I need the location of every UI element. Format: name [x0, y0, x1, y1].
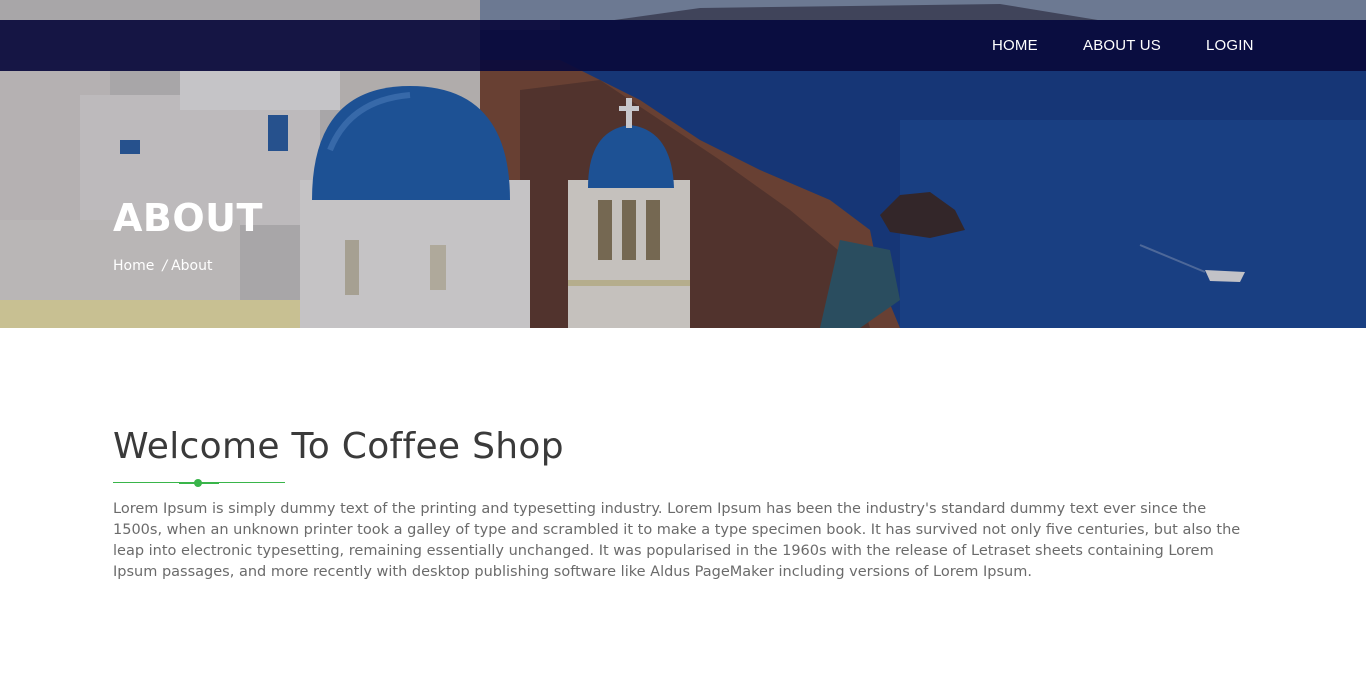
breadcrumb-separator: /: [162, 258, 168, 274]
top-navbar: HOME ABOUT US LOGIN: [0, 20, 1366, 71]
section-heading: Welcome To Coffee Shop: [113, 426, 564, 467]
page-title: ABOUT: [113, 196, 263, 240]
nav-login-link[interactable]: LOGIN: [1206, 37, 1254, 54]
intro-paragraph: Lorem Ipsum is simply dummy text of the …: [113, 501, 1241, 580]
nav-home-link[interactable]: HOME: [992, 37, 1038, 54]
breadcrumb-current: About: [171, 258, 213, 274]
breadcrumb-home-link[interactable]: Home: [113, 258, 154, 274]
heading-divider: [113, 478, 285, 488]
divider-dot: [194, 479, 202, 487]
breadcrumb: Home / About: [113, 258, 212, 274]
nav-about-us-link[interactable]: ABOUT US: [1083, 37, 1161, 54]
